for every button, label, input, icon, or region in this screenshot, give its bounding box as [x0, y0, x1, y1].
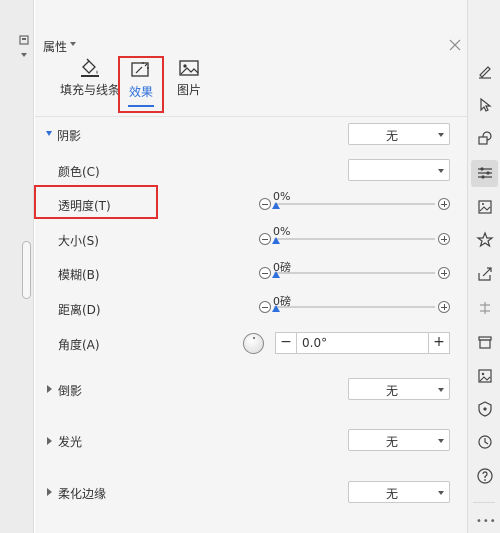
picture-icon	[179, 60, 199, 76]
increase-icon[interactable]	[438, 198, 450, 210]
panel-pin-icon[interactable]	[19, 35, 29, 45]
size-slider[interactable]: 0%	[259, 225, 450, 247]
soft-edges-expand-icon[interactable]	[47, 488, 52, 496]
size-label: 大小(S)	[58, 234, 99, 248]
slider-thumb[interactable]	[272, 237, 280, 244]
tab-label: 图片	[176, 83, 201, 97]
increase-icon[interactable]	[438, 301, 450, 313]
header-divider	[35, 116, 467, 117]
blur-slider[interactable]: 0磅	[259, 261, 450, 281]
shadow-preset-select[interactable]: 无	[348, 123, 450, 145]
star-icon[interactable]	[476, 231, 494, 249]
reflection-section-label[interactable]: 倒影	[58, 382, 82, 399]
scroll-down-icon[interactable]	[19, 50, 29, 60]
decrease-icon[interactable]	[259, 301, 271, 313]
distance-slider[interactable]: 0磅	[259, 295, 450, 315]
properties-icon[interactable]	[476, 164, 494, 182]
slider-track[interactable]	[274, 203, 435, 205]
angle-increase-button[interactable]: +	[428, 333, 449, 353]
chevron-down-icon	[438, 133, 444, 137]
right-toolbar: •••	[467, 0, 500, 533]
image-gallery-icon[interactable]	[476, 198, 494, 216]
slider-track[interactable]	[274, 306, 435, 308]
slider-value: 0磅	[273, 261, 291, 274]
distance-label: 距离(D)	[58, 303, 101, 317]
cursor-icon[interactable]	[476, 96, 494, 114]
fill-bucket-icon	[81, 58, 99, 77]
shadow-color-select[interactable]	[348, 159, 450, 181]
transparency-highlight-box	[34, 185, 158, 219]
active-tab-indicator	[128, 105, 154, 107]
glow-section-label[interactable]: 发光	[58, 433, 82, 450]
angle-decrease-button[interactable]: −	[276, 333, 297, 353]
slider-value: 0%	[273, 190, 291, 203]
shadow-color-label: 颜色(C)	[58, 165, 100, 179]
left-editor-strip	[0, 0, 34, 533]
slider-value: 0%	[273, 225, 291, 238]
reflection-expand-icon[interactable]	[47, 385, 52, 393]
property-panel: 属性 填充与线条 效果 图片 阴影 无 颜色(C) 透明度(T) 0% 大小(S…	[35, 0, 467, 533]
angle-label: 角度(A)	[58, 338, 100, 352]
slider-thumb[interactable]	[272, 202, 280, 209]
chevron-down-icon	[438, 169, 444, 173]
decrease-icon[interactable]	[259, 233, 271, 245]
toolbar-separator	[473, 502, 495, 503]
angle-dial[interactable]	[243, 333, 264, 354]
slider-value: 0磅	[273, 295, 291, 308]
angle-stepper[interactable]: − 0.0° +	[275, 332, 450, 354]
effects-icon	[131, 62, 149, 77]
dropdown-value: 无	[385, 487, 398, 501]
close-icon[interactable]	[449, 39, 461, 51]
transparency-slider[interactable]: 0%	[259, 190, 450, 212]
tab-label: 效果	[128, 85, 153, 99]
scrollbar-thumb[interactable]	[22, 241, 31, 299]
decrease-icon[interactable]	[259, 198, 271, 210]
chevron-down-icon	[438, 439, 444, 443]
split-icon[interactable]	[476, 299, 494, 317]
dropdown-value: 无	[385, 129, 398, 143]
shadow-section-label[interactable]: 阴影	[57, 127, 81, 144]
chevron-down-icon	[438, 491, 444, 495]
dropdown-value: 无	[385, 384, 398, 398]
history-icon[interactable]	[476, 433, 494, 451]
shapes-icon[interactable]	[476, 129, 494, 147]
share-icon[interactable]	[476, 265, 494, 283]
blur-label: 模糊(B)	[58, 268, 100, 282]
title-dropdown-icon[interactable]	[70, 42, 76, 46]
increase-icon[interactable]	[438, 267, 450, 279]
shield-icon[interactable]	[476, 400, 494, 418]
soft-edges-section-label[interactable]: 柔化边缘	[58, 485, 106, 502]
panel-title[interactable]: 属性	[43, 38, 67, 55]
glow-select[interactable]: 无	[348, 429, 450, 451]
dropdown-value: 无	[385, 435, 398, 449]
pen-icon[interactable]	[476, 62, 494, 80]
angle-input[interactable]: 0.0°	[302, 336, 327, 350]
glow-expand-icon[interactable]	[47, 437, 52, 445]
slider-track[interactable]	[274, 238, 435, 240]
more-icon[interactable]: •••	[476, 516, 497, 527]
shadow-collapse-icon[interactable]	[46, 131, 52, 136]
decrease-icon[interactable]	[259, 267, 271, 279]
dial-marker	[253, 337, 255, 339]
slider-track[interactable]	[274, 272, 435, 274]
tab-picture[interactable]: 图片	[171, 58, 207, 98]
soft-edges-select[interactable]: 无	[348, 481, 450, 503]
picture-icon[interactable]	[476, 367, 494, 385]
reflection-select[interactable]: 无	[348, 378, 450, 400]
help-icon[interactable]	[476, 467, 494, 485]
archive-icon[interactable]	[476, 333, 494, 351]
chevron-down-icon	[438, 388, 444, 392]
increase-icon[interactable]	[438, 233, 450, 245]
